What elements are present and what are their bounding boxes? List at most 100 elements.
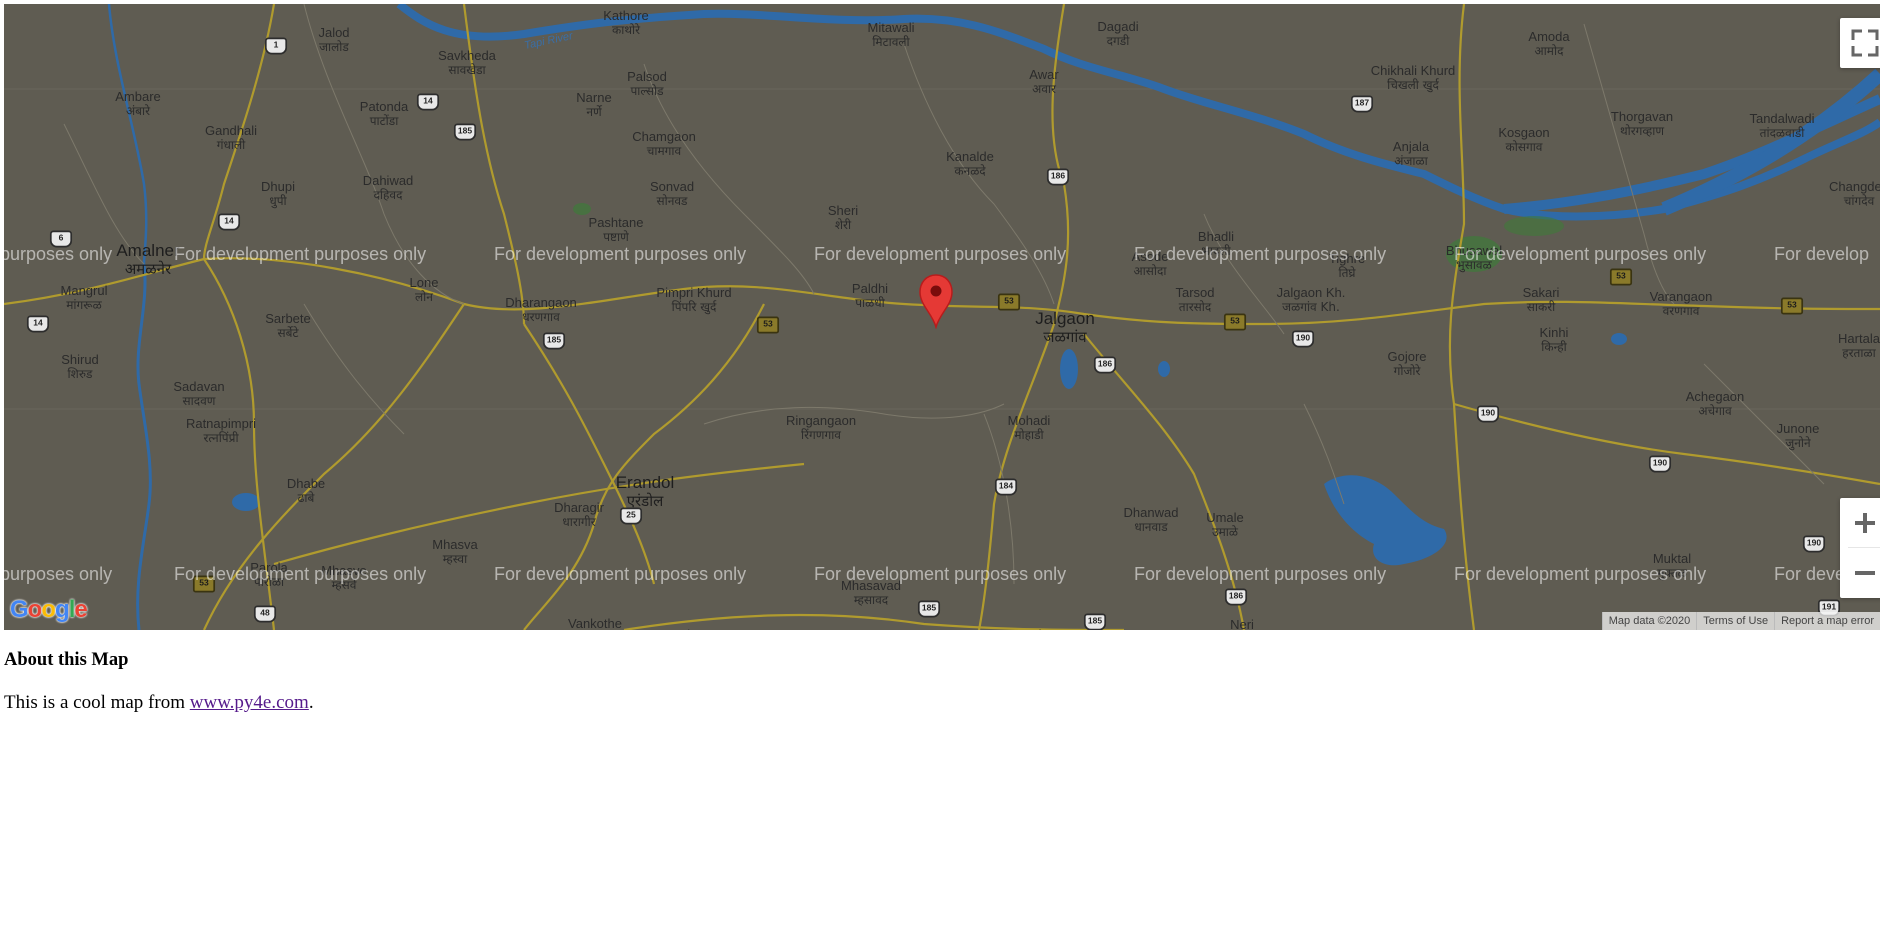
place-local-name: तारसोद [1178,300,1212,314]
map-marker-icon[interactable] [918,273,954,329]
highway-shield: 53 [1609,268,1633,286]
place-local-name: धरणगाव [522,310,560,324]
place-label: Ringangaon रिंगणगाव [786,414,856,443]
place-name: Ambare [115,89,161,104]
place-name: Bhadli [1197,229,1235,244]
logo-letter: e [74,596,87,623]
place-label: Mohadi मोहाडी [1007,413,1051,443]
place-local-name: सोनवड [656,194,688,208]
highway-shield: 190 [1291,330,1315,348]
place-name: Chamgaon [632,129,696,144]
attribution-bar: Map data ©2020 Terms of Use Report a map… [1601,612,1880,630]
place-label: Jalgaon जळगांव [1035,310,1095,347]
place-label: Gandhali गंधाली [204,123,258,153]
place-label: Ambare अंबारे [115,89,161,119]
place-local-name: गंधाली [216,138,246,152]
highway-shield: 48 [253,605,277,623]
place-name: Sakari [1522,285,1560,300]
highway-shield: 184 [994,478,1018,496]
zoom-out-button[interactable] [1840,548,1880,598]
place-local-name: दहिवद [373,188,403,202]
place-label: Mangrul मांगरूळ [61,284,108,313]
place-local-name: कोसगाव [1505,140,1543,154]
place-label: Shirud शिरुड [61,353,99,382]
place-local-name: धानवाड [1134,520,1168,534]
place-label: Vankothe [568,616,622,631]
place-label: Sarbete सर्बेटे [265,312,311,341]
dev-watermark: For development purposes only [1134,244,1387,264]
place-name: Jalod [318,25,350,40]
highway-shield: 186 [1093,356,1117,374]
place-label: Chamgaon चामगाव [632,129,696,159]
dev-watermark: For development purposes only [814,244,1067,264]
place-name: Lone [409,275,439,290]
place-label: Kathore काथोरे [603,9,649,38]
dev-watermark: For development purposes only [1454,244,1707,264]
place-name: Dagadi [1097,19,1139,34]
place-local-name: वरणगाव [1662,304,1700,318]
dev-watermark: For development purposes only [174,564,427,584]
place-local-name: पिंपरि खुर्द [671,300,717,314]
place-label: Tandalwadi तांदळवाडी [1749,112,1814,141]
terms-of-use-link[interactable]: Terms of Use [1696,612,1775,630]
place-label: Varangaon वरणगाव [1649,289,1713,319]
place-label: Dhanwad धानवाड [1124,506,1179,535]
place-label: Lone लोन [409,275,439,305]
dev-watermark: For develop [1774,244,1870,264]
place-name: Gandhali [204,123,258,138]
place-name: Vankothe [568,616,622,631]
highway-shield: 1 [264,37,288,55]
place-local-name: उमाळे [1212,525,1238,539]
highway-shield: 14 [217,213,241,231]
place-name: Jalgaon Kh. [1276,285,1346,300]
place-label: Narne नर्णे [576,90,612,120]
place-label: Erandol एरंडोल [616,474,675,511]
fullscreen-icon [1851,29,1879,57]
place-local-name: म्हस्वा [442,552,468,566]
highway-shield: 14 [416,93,440,111]
place-local-name: गोजोरे [1393,364,1421,378]
map-container[interactable]: Jalod जालोड Savkheda सावखेडा Ambare अंबारे Gan… [4,4,1880,630]
minus-icon [1855,571,1875,575]
place-name: Thorgavan [1610,109,1674,124]
place-name: Neri [1230,617,1254,631]
place-local-name: रत्नपिंप्री [203,431,239,445]
place-name: Mohadi [1007,413,1051,428]
place-local-name: अंजाळा [1394,154,1428,168]
place-name: Patonda [359,99,409,114]
place-name: Anjala [1392,139,1430,154]
highway-shield: 53 [1780,297,1804,315]
place-label: Mhasva म्हस्वा [432,538,478,567]
place-name: Pashtane [588,215,644,230]
place-name: Varangaon [1649,289,1713,304]
place-label: Amalner अमळनेर [116,242,179,279]
place-name: Achegaon [1685,389,1745,404]
place-label: Jalgaon Kh. जळगांव Kh. [1276,285,1346,315]
place-label: Sakari साकरी [1522,285,1560,315]
place-name: Changdeo [1829,179,1880,194]
place-name: Tarsod [1175,285,1215,300]
place-name: Narne [576,90,612,105]
place-local-name: मिटावली [872,35,910,49]
place-local-name: धारागीर [562,515,596,529]
place-label: Pashtane पष्टाणे [588,215,644,245]
place-local-name: शिरुड [67,367,93,381]
place-label: Amoda आमोद [1528,29,1570,59]
google-logo[interactable]: Google [10,596,88,624]
place-name: Vitner [1030,627,1064,631]
place-label: Sonvad सोनवड [650,180,694,209]
about-text-after: . [308,692,314,713]
highway-shield: 53 [997,293,1021,311]
zoom-in-button[interactable] [1840,498,1880,548]
py4e-link[interactable]: www.py4e.com [190,692,309,713]
logo-letter: g [55,596,70,623]
highway-shield: 185 [453,123,477,141]
place-local-name: मोहाडी [1014,428,1044,442]
place-name: Amoda [1528,29,1570,44]
fullscreen-button[interactable] [1840,18,1880,68]
dev-watermark: purposes only [4,244,113,264]
place-label: Vitner [1030,627,1064,631]
report-map-error-link[interactable]: Report a map error [1774,612,1880,630]
place-label: Palsod पाल्सोड [627,70,667,99]
place-name: Hartala [1838,331,1880,346]
